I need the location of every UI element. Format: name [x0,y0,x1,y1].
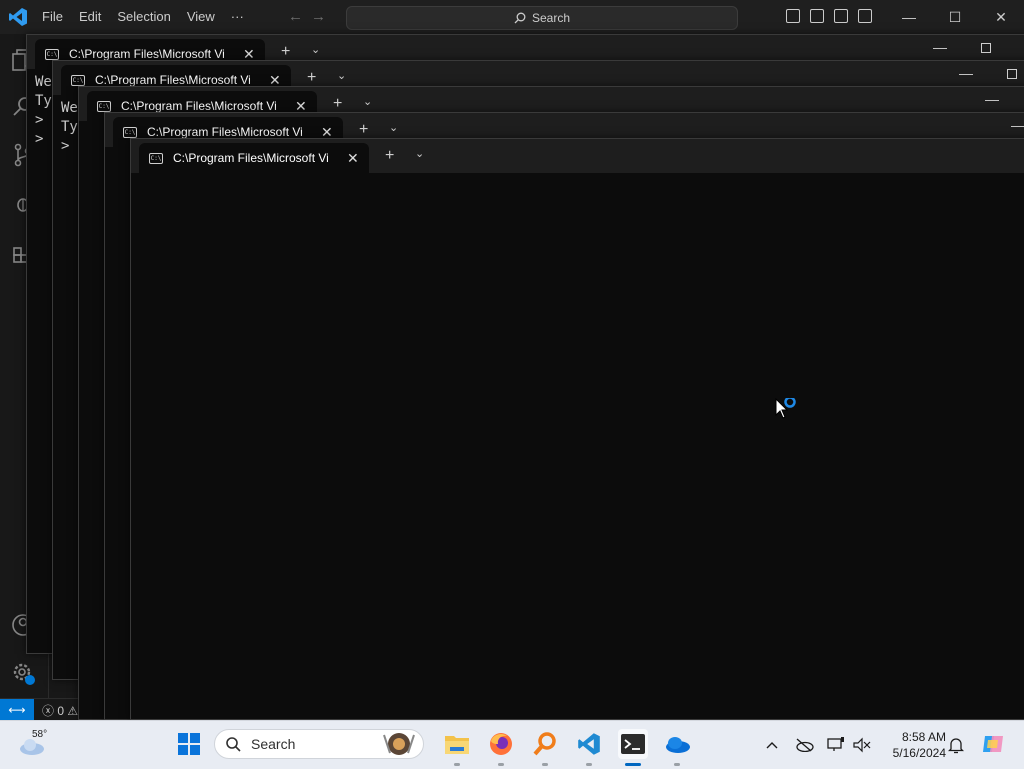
terminal-body[interactable] [131,173,1024,719]
terminal-app-icon[interactable] [618,729,648,759]
clock-date: 5/16/2024 [892,746,946,760]
minimize-icon[interactable]: — [959,65,973,81]
search-icon [226,737,241,752]
notification-bell-icon[interactable] [946,735,966,755]
error-icon: ⓧ [42,704,55,718]
vscode-command-center[interactable]: Search [346,6,738,30]
menu-view[interactable]: View [179,0,223,34]
menu-edit[interactable]: Edit [71,0,109,34]
busy-cursor-icon [775,398,796,419]
manage-gear-icon[interactable] [10,660,36,686]
app-active-indicator [625,763,641,766]
tab-title: C:\Program Files\Microsoft Vi [95,73,251,87]
error-count: 0 [57,704,65,718]
copilot-icon[interactable] [980,731,1006,757]
search-icon [514,12,526,24]
taskbar-clock[interactable]: 8:58 AM 5/16/2024 [880,729,946,761]
taskbar: 58° Search 8:58 AM 5/16/2024 [0,720,1024,769]
maximize-icon[interactable]: ☐ [932,0,978,34]
chevron-down-icon[interactable]: ⌄ [311,43,320,56]
vscode-window-controls: — ☐ ✕ [886,0,1024,34]
chevron-down-icon[interactable]: ⌄ [389,121,398,134]
layout-controls [786,9,872,23]
chevron-down-icon[interactable]: ⌄ [415,147,424,160]
minimize-icon[interactable]: — [1011,117,1024,133]
app-running-indicator [674,763,680,766]
cmd-icon: C:\ [97,100,111,112]
customize-layout-icon[interactable] [858,9,872,23]
taskbar-search-box[interactable]: Search [214,729,424,759]
menu-more[interactable]: ··· [223,0,252,34]
app-running-indicator [454,763,460,766]
cmd-icon: C:\ [123,126,137,138]
taskbar-search-label: Search [251,736,296,752]
show-hidden-icons-icon[interactable] [762,735,782,755]
vscode-menu-bar: File Edit Selection View ··· [34,0,252,34]
tab-title: C:\Program Files\Microsoft Vi [173,151,329,165]
tab-title: C:\Program Files\Microsoft Vi [147,125,303,139]
toggle-sidebar-icon[interactable] [786,9,800,23]
cmd-icon: C:\ [45,48,59,60]
display-icon[interactable] [826,735,846,755]
firefox-icon[interactable] [486,729,516,759]
close-icon[interactable]: ✕ [978,0,1024,34]
close-tab-icon[interactable]: ✕ [347,150,359,167]
file-explorer-icon[interactable] [442,729,472,759]
vscode-titlebar: File Edit Selection View ··· ← → Search … [0,0,1024,35]
maximize-icon[interactable] [1007,69,1017,79]
cmd-icon: C:\ [149,152,163,164]
forward-arrow-icon[interactable]: → [311,8,326,25]
terminal-window-5: C:\ C:\Program Files\Microsoft Vi ✕ + ⌄ [130,138,1024,720]
minimize-icon[interactable]: — [933,39,947,55]
search-highlight-icon [383,733,415,755]
app-running-indicator [586,763,592,766]
warning-icon: ⚠ [67,704,79,718]
vscode-icon[interactable] [574,729,604,759]
new-tab-icon[interactable]: + [385,147,394,165]
maximize-icon[interactable] [981,43,991,53]
command-center-label: Search [531,11,571,25]
tab-title: C:\Program Files\Microsoft Vi [69,47,225,61]
toggle-secondary-sidebar-icon[interactable] [834,9,848,23]
terminal-tab[interactable]: C:\ C:\Program Files\Microsoft Vi ✕ [139,143,369,173]
new-tab-icon[interactable]: + [333,95,342,113]
chevron-down-icon[interactable]: ⌄ [363,95,372,108]
toggle-panel-icon[interactable] [810,9,824,23]
minimize-icon[interactable]: — [886,0,932,34]
terminal-titlebar: C:\ C:\Program Files\Microsoft Vi ✕ + ⌄ [131,139,1024,173]
new-tab-icon[interactable]: + [307,69,316,87]
onedrive-offline-icon[interactable] [794,735,814,755]
menu-selection[interactable]: Selection [109,0,178,34]
clock-time: 8:58 AM [901,730,946,744]
new-tab-icon[interactable]: + [359,121,368,139]
vscode-nav: ← → [288,8,326,25]
new-tab-icon[interactable]: + [281,43,290,61]
app-running-indicator [498,763,504,766]
terminal-output: We Ty > [61,100,78,154]
chevron-down-icon[interactable]: ⌄ [337,69,346,82]
app-running-indicator [542,763,548,766]
network-volume-icon[interactable] [852,735,872,755]
windows-start-icon[interactable] [174,729,204,759]
onedrive-icon[interactable] [662,729,692,759]
menu-file[interactable]: File [34,0,71,34]
search-everything-icon[interactable] [530,729,560,759]
tab-title: C:\Program Files\Microsoft Vi [121,99,277,113]
back-arrow-icon[interactable]: ← [288,8,303,25]
vscode-logo-icon [9,8,27,26]
minimize-icon[interactable]: — [985,91,999,107]
cmd-icon: C:\ [71,74,85,86]
remote-indicator-icon[interactable]: ⟷ [0,699,34,721]
weather-temp: 58° [32,729,48,740]
terminal-output: We Ty > > [35,74,52,147]
